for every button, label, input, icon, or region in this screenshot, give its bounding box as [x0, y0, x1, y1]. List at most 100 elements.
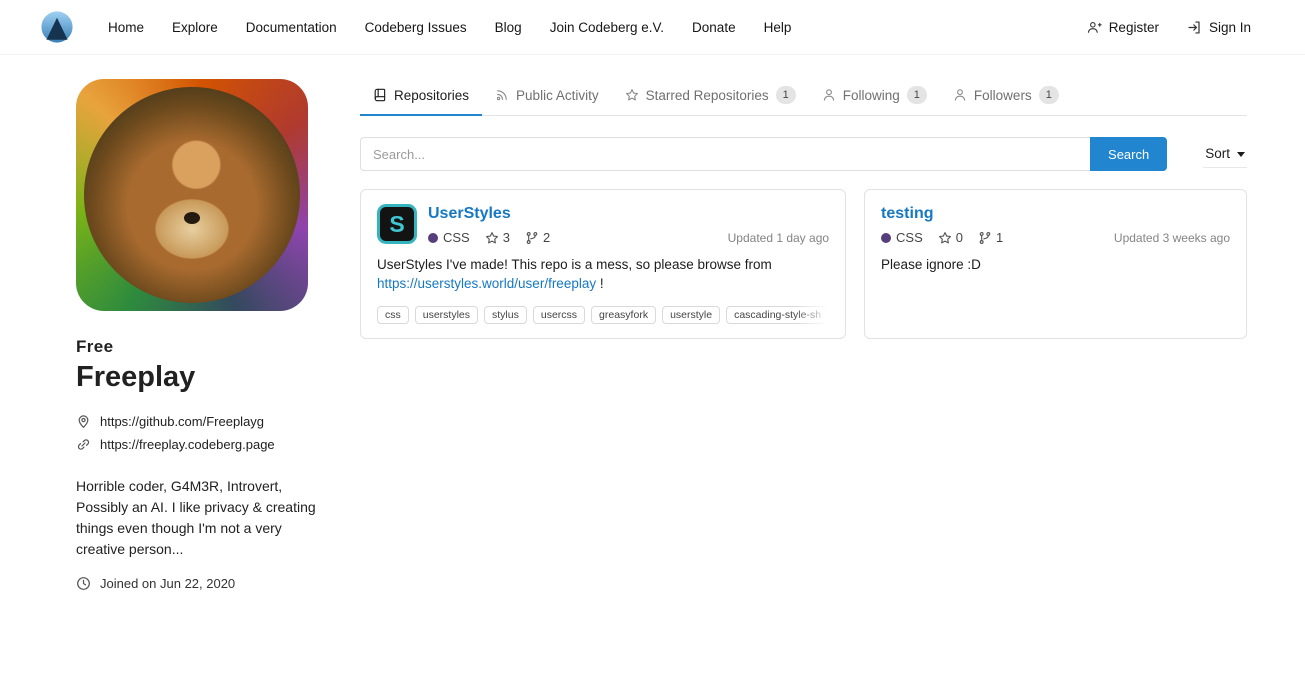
topic-tag[interactable]: userstyles: [415, 306, 478, 324]
repo-title-link[interactable]: UserStyles: [428, 204, 511, 223]
language-color-dot: [428, 233, 438, 243]
language-label: CSS: [443, 230, 470, 245]
repo-forks[interactable]: 2: [525, 230, 550, 245]
joined-date: Joined on Jun 22, 2020: [100, 576, 235, 591]
chevron-down-icon: [1237, 152, 1245, 157]
navbar-right: Register Sign In: [1073, 11, 1265, 44]
followers-count-badge: 1: [1039, 86, 1059, 104]
tab-label: Public Activity: [516, 88, 599, 103]
codeberg-logo-icon: [40, 10, 74, 44]
topic-tag[interactable]: css: [377, 306, 409, 324]
star-icon: [938, 231, 952, 245]
fork-count: 2: [543, 230, 550, 245]
navbar: Home Explore Documentation Codeberg Issu…: [0, 0, 1305, 55]
repository-list: S UserStyles CSS 3: [360, 189, 1247, 339]
repo-topics: css userstyles stylus usercss greasyfork…: [377, 306, 829, 324]
description-suffix: !: [600, 276, 604, 291]
register-link[interactable]: Register: [1073, 11, 1173, 44]
clock-icon: [76, 576, 91, 591]
main-panel: Repositories Public Activity Starred Rep…: [360, 79, 1247, 591]
profile-tabs: Repositories Public Activity Starred Rep…: [360, 79, 1247, 116]
sort-dropdown[interactable]: Sort: [1203, 140, 1247, 168]
sign-in-link[interactable]: Sign In: [1173, 11, 1265, 44]
nav-blog[interactable]: Blog: [481, 11, 536, 44]
nav-help[interactable]: Help: [750, 11, 806, 44]
fork-count: 1: [996, 230, 1003, 245]
repo-updated: Updated 3 weeks ago: [1114, 231, 1230, 245]
search-button[interactable]: Search: [1090, 137, 1167, 171]
profile-username: Freeplay: [76, 361, 326, 394]
star-count: 3: [503, 230, 510, 245]
profile-bio: Horrible coder, G4M3R, Introvert, Possib…: [76, 476, 326, 560]
search-box: Search: [360, 137, 1167, 171]
person-plus-icon: [1087, 20, 1102, 35]
repo-description: UserStyles I've made! This repo is a mes…: [377, 256, 829, 294]
nav-donate[interactable]: Donate: [678, 11, 750, 44]
tab-followers[interactable]: Followers 1: [940, 79, 1072, 116]
git-branch-icon: [525, 231, 539, 245]
profile-website-url: https://freeplay.codeberg.page: [100, 437, 275, 452]
tab-following[interactable]: Following 1: [809, 79, 940, 116]
topic-tag[interactable]: usercss: [533, 306, 585, 324]
git-branch-icon: [978, 231, 992, 245]
repo-card-testing: testing CSS 0: [864, 189, 1247, 339]
nav-explore[interactable]: Explore: [158, 11, 232, 44]
sort-label: Sort: [1205, 146, 1230, 161]
tab-label: Followers: [974, 88, 1032, 103]
repo-card-userstyles: S UserStyles CSS 3: [360, 189, 846, 339]
person-icon: [953, 88, 967, 102]
repo-title-link[interactable]: testing: [881, 204, 933, 223]
tab-label: Repositories: [394, 88, 469, 103]
codeberg-logo[interactable]: [40, 10, 74, 44]
profile-links: https://github.com/Freeplayg https://fre…: [76, 410, 326, 456]
profile-sidebar: Free Freeplay https://github.com/Freepla…: [76, 79, 326, 591]
topic-tag[interactable]: userstyle: [662, 306, 720, 324]
content: Free Freeplay https://github.com/Freepla…: [0, 55, 1305, 591]
repo-stars[interactable]: 0: [938, 230, 963, 245]
repo-forks[interactable]: 1: [978, 230, 1003, 245]
nav-home[interactable]: Home: [94, 11, 158, 44]
sign-in-label: Sign In: [1209, 20, 1251, 35]
search-input[interactable]: [360, 137, 1090, 171]
profile-github-link[interactable]: https://github.com/Freeplayg: [76, 410, 326, 433]
tab-starred-repositories[interactable]: Starred Repositories 1: [612, 79, 809, 116]
profile-avatar: [76, 79, 308, 311]
tab-public-activity[interactable]: Public Activity: [482, 79, 612, 116]
topic-tag[interactable]: stylus: [484, 306, 527, 324]
location-icon: [76, 414, 91, 429]
nav-documentation[interactable]: Documentation: [232, 11, 351, 44]
nav-join-codeberg[interactable]: Join Codeberg e.V.: [536, 11, 678, 44]
sign-in-icon: [1187, 20, 1202, 35]
avatar-image: [84, 87, 300, 303]
repo-header: S UserStyles CSS 3: [377, 204, 829, 245]
star-count: 0: [956, 230, 963, 245]
topic-tag[interactable]: cascading-style-sh: [726, 306, 829, 324]
repo-info: testing CSS 0: [881, 204, 1230, 275]
description-text: UserStyles I've made! This repo is a mes…: [377, 257, 772, 272]
repo-description: Please ignore :D: [881, 256, 1230, 275]
profile-names: Free Freeplay: [76, 337, 326, 394]
language-label: CSS: [896, 230, 923, 245]
repo-language: CSS: [881, 230, 923, 245]
link-icon: [76, 437, 91, 452]
description-link[interactable]: https://userstyles.world/user/freeplay: [377, 276, 596, 291]
repo-info: UserStyles CSS 3: [428, 204, 829, 245]
profile-website-link[interactable]: https://freeplay.codeberg.page: [76, 433, 326, 456]
repo-language: CSS: [428, 230, 470, 245]
repo-meta: CSS 0 1 Updated 3 weeks ago: [881, 230, 1230, 245]
language-color-dot: [881, 233, 891, 243]
repo-updated: Updated 1 day ago: [728, 231, 829, 245]
rss-icon: [495, 88, 509, 102]
tab-repositories[interactable]: Repositories: [360, 79, 482, 116]
register-label: Register: [1109, 20, 1159, 35]
topic-tag[interactable]: greasyfork: [591, 306, 656, 324]
profile-joined: Joined on Jun 22, 2020: [76, 576, 326, 591]
tab-label: Starred Repositories: [646, 88, 769, 103]
star-icon: [625, 88, 639, 102]
nav-codeberg-issues[interactable]: Codeberg Issues: [351, 11, 481, 44]
tab-label: Following: [843, 88, 900, 103]
search-row: Search Sort: [360, 137, 1247, 171]
repo-stars[interactable]: 3: [485, 230, 510, 245]
starred-count-badge: 1: [776, 86, 796, 104]
star-icon: [485, 231, 499, 245]
